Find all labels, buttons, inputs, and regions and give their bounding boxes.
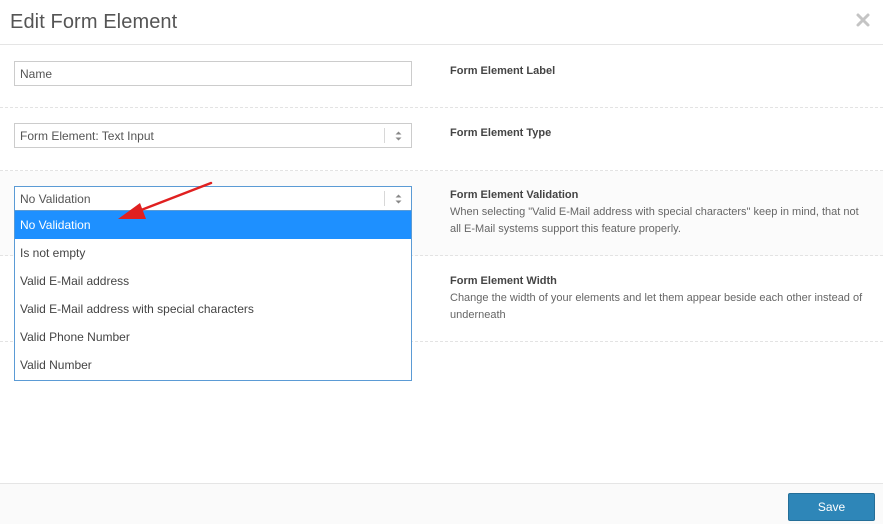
form-element-validation-title: Form Element Validation [450,189,579,201]
element-label-input[interactable] [14,61,412,86]
edit-form-element-modal: Edit Form Element Form Element Label For… [0,0,883,524]
validation-dropdown-list: No Validation Is not empty Valid E-Mail … [14,211,412,381]
validation-selected-value: No Validation [20,192,91,206]
form-element-width-description: Change the width of your elements and le… [450,292,863,321]
dropdown-option[interactable]: Valid Phone Number [15,323,411,351]
modal-header: Edit Form Element [0,0,883,45]
select-arrows-icon [395,193,402,205]
form-element-label-title: Form Element Label [450,65,556,77]
modal-footer: Save [0,483,883,524]
close-icon[interactable] [855,12,871,28]
select-divider [384,191,385,206]
modal-title: Edit Form Element [10,11,178,33]
validation-select[interactable]: No Validation [14,186,412,211]
dropdown-option[interactable]: Valid E-Mail address with special charac… [15,295,411,323]
form-element-width-title: Form Element Width [450,275,557,287]
dropdown-option[interactable]: Is not empty [15,239,411,267]
form-element-label-row: Form Element Label [0,45,883,108]
dropdown-option[interactable]: Valid E-Mail address [15,267,411,295]
select-divider [384,128,385,143]
element-type-select[interactable]: Form Element: Text Input [14,123,412,148]
select-arrows-icon [395,130,402,142]
save-button[interactable]: Save [788,493,875,521]
dropdown-option[interactable]: Valid Number [15,351,411,379]
form-element-type-title: Form Element Type [450,127,552,139]
form-element-type-row: Form Element: Text Input Form Element Ty… [0,108,883,171]
element-type-selected-value: Form Element: Text Input [20,129,154,143]
dropdown-option[interactable]: No Validation [15,211,411,239]
form-element-validation-description: When selecting "Valid E-Mail address wit… [450,206,859,235]
